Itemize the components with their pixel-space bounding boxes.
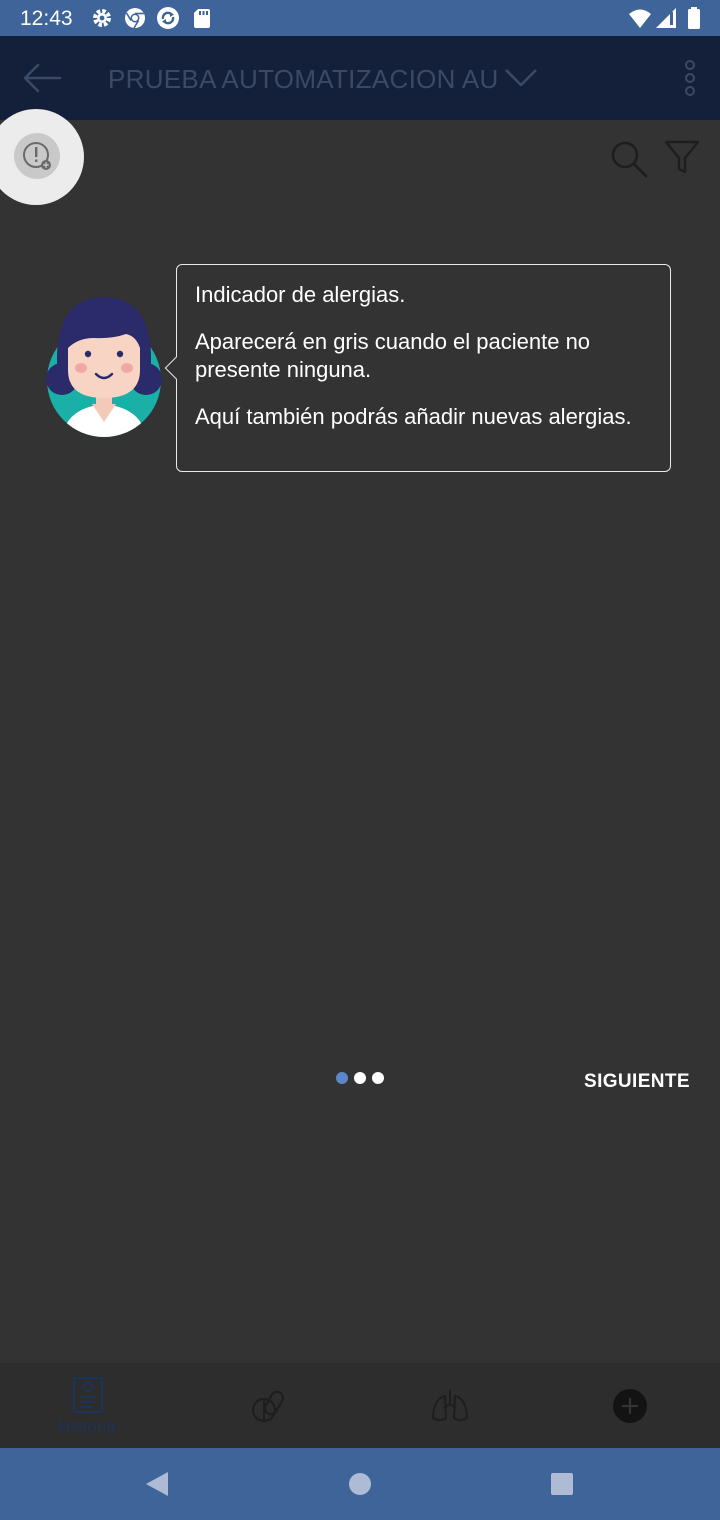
tooltip-paragraph: Aquí también podrás añadir nuevas alergi… <box>195 404 632 429</box>
pills-icon[interactable] <box>250 1388 290 1424</box>
page-indicator-dot <box>372 1072 384 1084</box>
add-circle-icon[interactable] <box>612 1388 648 1424</box>
medical-history-icon[interactable] <box>72 1376 108 1414</box>
chrome-icon <box>125 8 145 29</box>
app-bar: PRUEBA AUTOMATIZACION AU <box>0 36 720 120</box>
wifi-icon <box>629 9 651 28</box>
filter-icon[interactable] <box>664 139 700 175</box>
tutorial-tooltip: Indicador de alergias. Aparecerá en gris… <box>176 264 671 472</box>
tooltip-title: Indicador de alergias. <box>195 282 406 307</box>
back-triangle-icon[interactable] <box>144 1470 170 1498</box>
patient-name-title[interactable]: PRUEBA AUTOMATIZACION AU <box>108 64 499 95</box>
next-button[interactable]: SIGUIENTE <box>584 1071 690 1093</box>
status-bar: 12:43 <box>0 0 720 36</box>
assistant-avatar <box>46 297 162 437</box>
overflow-menu-icon[interactable] <box>680 60 700 96</box>
battery-icon <box>688 7 700 29</box>
gear-icon <box>93 9 111 27</box>
lungs-icon[interactable] <box>430 1388 470 1424</box>
signal-icon <box>656 8 676 28</box>
status-time: 12:43 <box>20 7 73 30</box>
page-indicator-dot-active <box>336 1072 348 1084</box>
allergy-indicator-icon[interactable] <box>21 140 55 174</box>
back-arrow-icon[interactable] <box>22 62 62 94</box>
tooltip-paragraph: Aparecerá en gris cuando el paciente no … <box>195 329 591 382</box>
recents-square-icon[interactable] <box>550 1472 574 1496</box>
tab-label-historia[interactable]: Historia <box>58 1417 116 1437</box>
sync-icon <box>157 7 179 29</box>
sd-card-icon <box>194 9 210 28</box>
search-icon[interactable] <box>610 140 648 178</box>
home-circle-icon[interactable] <box>348 1472 372 1496</box>
page-indicator-dot <box>354 1072 366 1084</box>
chevron-down-icon[interactable] <box>504 68 538 88</box>
